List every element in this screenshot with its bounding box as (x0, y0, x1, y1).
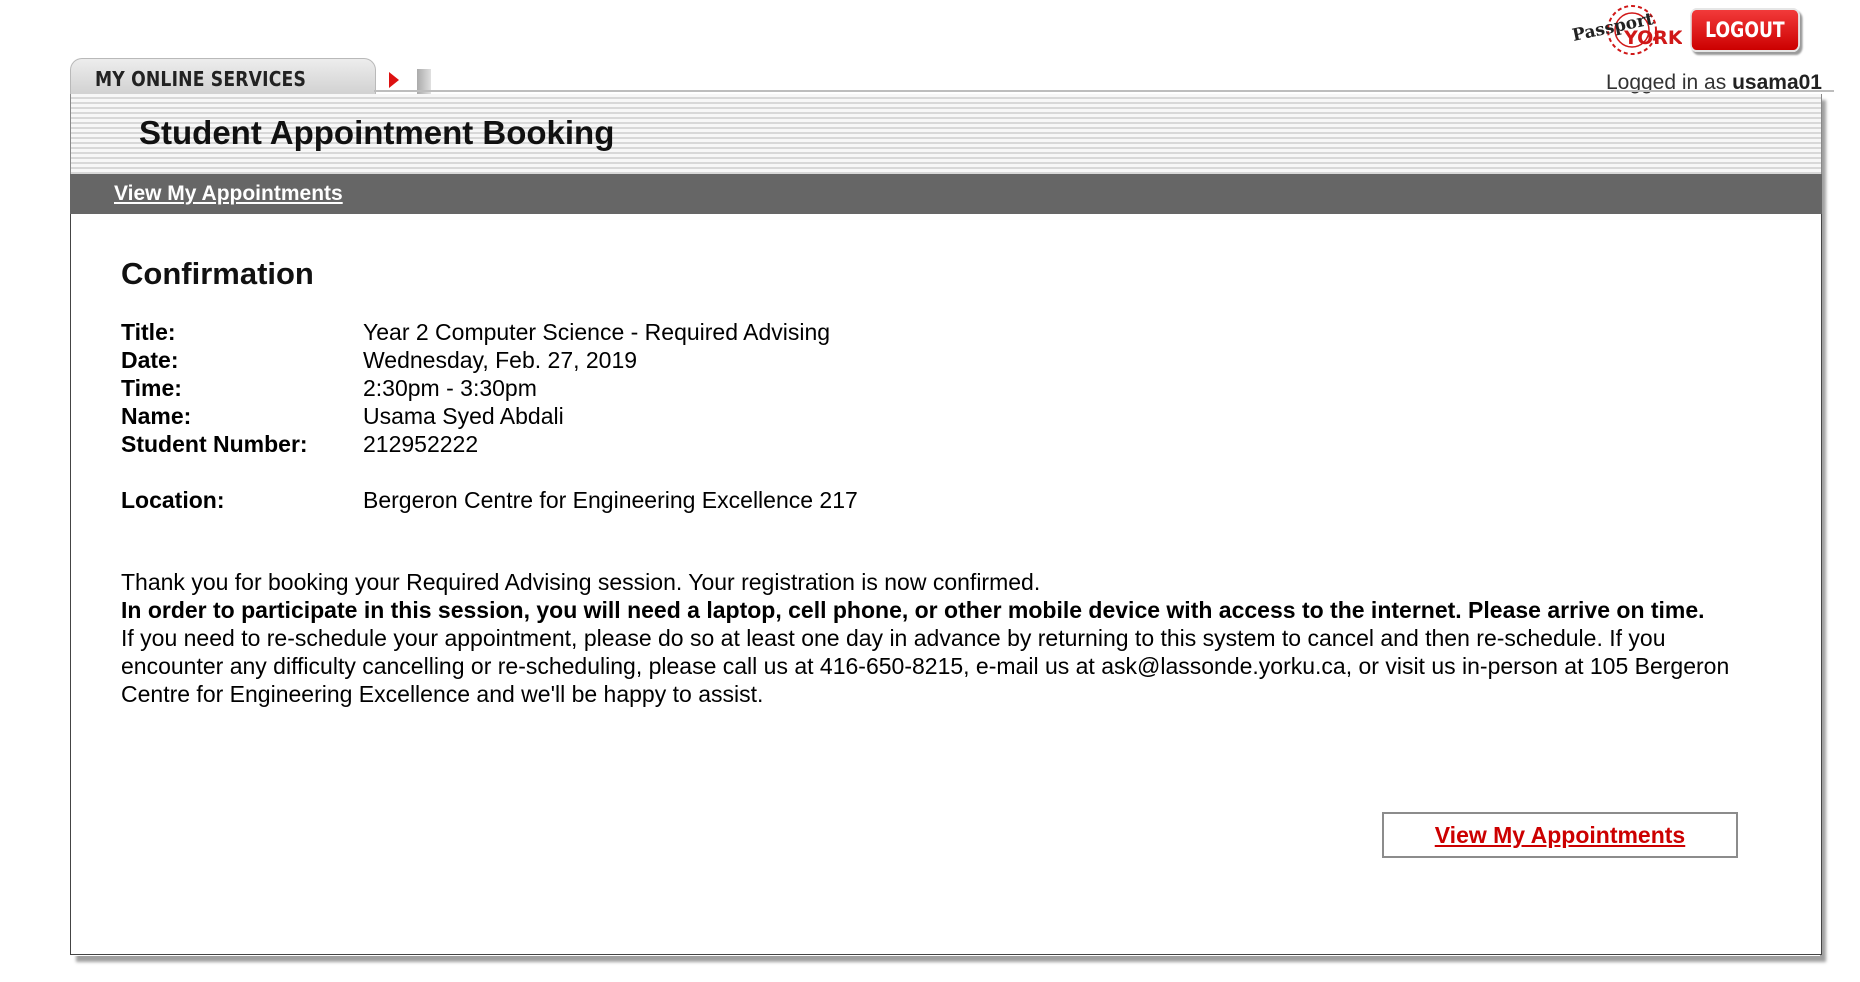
detail-value: 212952222 (363, 431, 479, 457)
detail-label: Name: (121, 403, 192, 429)
detail-value: Wednesday, Feb. 27, 2019 (363, 347, 638, 373)
detail-value: 2:30pm - 3:30pm (363, 375, 537, 401)
my-online-services-tab[interactable]: MY ONLINE SERVICES (70, 58, 431, 97)
page-header: Student Appointment Booking (70, 94, 1822, 174)
logout-button[interactable]: LOGOUT (1690, 8, 1800, 52)
passport-york-logo: Passport YORK (1566, 0, 1684, 62)
detail-value: Bergeron Centre for Engineering Excellen… (363, 487, 858, 513)
nav-bar: View My Appointments (70, 174, 1822, 214)
detail-label: Location: (121, 487, 225, 513)
message-requirements: In order to participate in this session,… (121, 597, 1705, 623)
nav-view-appointments-link[interactable]: View My Appointments (114, 182, 343, 206)
message-intro: Thank you for booking your Required Advi… (121, 569, 1041, 595)
content-area: Confirmation Title: Year 2 Computer Scie… (70, 214, 1822, 955)
confirmation-message: Thank you for booking your Required Advi… (121, 568, 1761, 708)
detail-label: Title: (121, 319, 176, 345)
tab-label: MY ONLINE SERVICES (95, 67, 307, 91)
arrow-right-icon (389, 72, 399, 88)
detail-label: Date: (121, 347, 179, 373)
svg-text:YORK: YORK (1623, 27, 1682, 49)
detail-value: Usama Syed Abdali (363, 403, 564, 429)
page-title: Student Appointment Booking (139, 114, 615, 151)
detail-value: Year 2 Computer Science - Required Advis… (363, 319, 831, 345)
confirmation-heading: Confirmation (121, 256, 314, 291)
detail-label: Time: (121, 375, 182, 401)
tab-divider (374, 90, 1834, 92)
detail-label: Student Number: (121, 431, 308, 457)
main-panel: Student Appointment Booking View My Appo… (70, 94, 1822, 956)
view-appointments-button[interactable]: View My Appointments (1382, 812, 1738, 858)
message-reschedule: If you need to re-schedule your appointm… (121, 625, 1730, 707)
